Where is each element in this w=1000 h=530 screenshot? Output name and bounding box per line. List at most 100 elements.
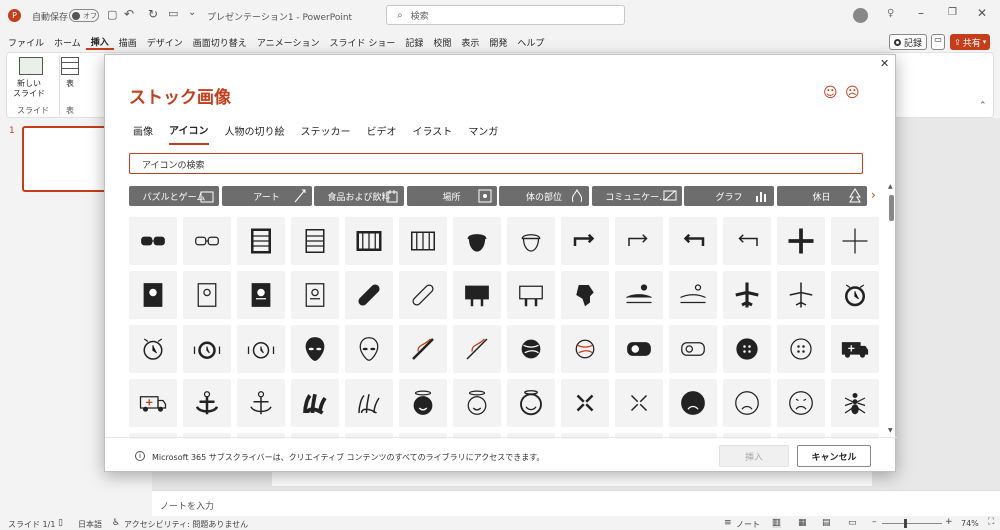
icon-tile[interactable] <box>183 379 231 427</box>
category-chip[interactable]: 食品および飲料 <box>314 186 404 206</box>
icon-tile[interactable] <box>561 379 609 427</box>
icon-tile[interactable] <box>777 271 825 319</box>
icon-tile[interactable] <box>507 217 555 265</box>
ribbon-tab[interactable]: アニメーション <box>252 36 325 49</box>
icon-tile[interactable] <box>237 433 285 439</box>
icon-tile[interactable] <box>129 217 177 265</box>
icon-tile[interactable] <box>831 433 879 439</box>
icon-tile[interactable] <box>669 379 717 427</box>
undo-icon[interactable]: ↶ <box>124 7 134 21</box>
category-chip[interactable]: パズルとゲーム <box>129 186 219 206</box>
new-slide-label2[interactable]: スライド <box>13 88 45 99</box>
redo-icon[interactable]: ↻ <box>148 7 158 21</box>
ribbon-tab[interactable]: ヘルプ <box>512 36 549 49</box>
icon-tile[interactable] <box>453 325 501 373</box>
icon-tile[interactable] <box>345 325 393 373</box>
zoom-out-icon[interactable]: – <box>872 517 877 527</box>
icon-tile[interactable] <box>183 433 231 439</box>
icon-tile[interactable] <box>345 433 393 439</box>
category-chip[interactable]: 場所 <box>406 186 497 206</box>
icon-tile[interactable] <box>831 217 879 265</box>
category-chip[interactable]: コミュニケー... <box>591 186 682 206</box>
icon-tile[interactable] <box>453 379 501 427</box>
ribbon-tab[interactable]: スライド ショー <box>324 36 400 49</box>
ribbon-tab[interactable]: 画面切り替え <box>188 36 252 49</box>
share-button[interactable]: ⇪ 共有 ▾ <box>950 34 991 50</box>
ribbon-tab[interactable]: ファイル <box>3 36 49 49</box>
category-chip[interactable]: 体の部位 <box>499 186 589 206</box>
slide-thumbnail[interactable] <box>22 126 112 192</box>
scrollbar[interactable]: ▲ ▼ <box>888 183 895 435</box>
icon-tile[interactable] <box>507 325 555 373</box>
autosave-toggle[interactable]: オフ <box>69 9 99 22</box>
icon-tile[interactable] <box>615 271 663 319</box>
icon-tile[interactable] <box>723 379 771 427</box>
notes-toggle-icon[interactable]: ≡ <box>724 518 732 528</box>
icon-tile[interactable] <box>831 271 879 319</box>
dialog-tab[interactable]: 画像 <box>133 123 153 144</box>
icon-tile[interactable] <box>129 379 177 427</box>
icon-tile[interactable] <box>453 433 501 439</box>
category-chip[interactable]: グラフ <box>684 186 774 206</box>
icon-tile[interactable] <box>453 271 501 319</box>
icon-tile[interactable] <box>345 271 393 319</box>
normal-view-icon[interactable]: ▥ <box>772 518 781 528</box>
frown-feedback-icon[interactable]: ☹ <box>845 85 860 101</box>
reading-view-icon[interactable]: ▤ <box>822 518 831 528</box>
icon-tile[interactable] <box>507 271 555 319</box>
close-window-icon[interactable]: ✕ <box>977 6 987 20</box>
icon-tile[interactable] <box>291 325 339 373</box>
scroll-up-icon[interactable]: ▲ <box>888 183 893 190</box>
icon-tile[interactable] <box>129 325 177 373</box>
icon-tile[interactable] <box>345 217 393 265</box>
icon-tile[interactable] <box>507 433 555 439</box>
zoom-slider-thumb[interactable] <box>904 519 907 528</box>
table-icon[interactable] <box>61 57 79 75</box>
icon-tile[interactable] <box>723 217 771 265</box>
lightbulb-icon[interactable]: ♀ <box>887 8 894 19</box>
icon-tile[interactable] <box>723 325 771 373</box>
icon-tile[interactable] <box>453 217 501 265</box>
present-icon[interactable]: ▭ <box>168 7 178 20</box>
search-box[interactable]: ⌕ 検索 <box>386 5 625 25</box>
ribbon-tab[interactable]: 描画 <box>114 36 142 49</box>
icon-tile[interactable] <box>399 379 447 427</box>
zoom-slider[interactable] <box>882 523 942 524</box>
icon-tile[interactable] <box>723 433 771 439</box>
icon-tile[interactable] <box>129 433 177 439</box>
icon-tile[interactable] <box>669 325 717 373</box>
restore-icon[interactable]: ❐ <box>948 7 957 18</box>
icon-tile[interactable] <box>615 433 663 439</box>
slideshow-icon[interactable]: ▭ <box>848 518 857 528</box>
icon-tile[interactable] <box>777 433 825 439</box>
smile-feedback-icon[interactable]: ☺ <box>823 85 838 101</box>
icon-tile[interactable] <box>237 379 285 427</box>
icon-tile[interactable] <box>561 217 609 265</box>
ribbon-tab[interactable]: 記録 <box>400 36 428 49</box>
category-chip[interactable]: 休日 <box>776 186 867 206</box>
close-icon[interactable]: ✕ <box>880 57 889 70</box>
icon-tile[interactable] <box>291 379 339 427</box>
icon-tile[interactable] <box>345 379 393 427</box>
icon-tile[interactable] <box>399 433 447 439</box>
icon-tile[interactable] <box>291 271 339 319</box>
icon-tile[interactable] <box>399 271 447 319</box>
icon-search-input[interactable]: アイコンの検索 <box>129 153 863 174</box>
icon-tile[interactable] <box>561 433 609 439</box>
icon-tile[interactable] <box>669 217 717 265</box>
icon-tile[interactable] <box>399 217 447 265</box>
icon-tile[interactable] <box>615 379 663 427</box>
chevron-right-icon[interactable]: › <box>871 188 876 202</box>
scroll-down-icon[interactable]: ▼ <box>888 427 893 434</box>
zoom-in-icon[interactable]: + <box>945 517 953 527</box>
slide-sorter-icon[interactable]: ▦ <box>798 518 807 528</box>
icon-tile[interactable] <box>129 271 177 319</box>
dialog-tab[interactable]: マンガ <box>468 123 498 144</box>
notes-pane[interactable]: ノートを入力 <box>152 490 1000 516</box>
customize-toolbar-icon[interactable]: ⌄ <box>188 7 196 18</box>
icon-tile[interactable] <box>777 379 825 427</box>
icon-tile[interactable] <box>291 433 339 439</box>
icon-tile[interactable] <box>723 271 771 319</box>
record-button[interactable]: 記録 <box>889 34 928 50</box>
dialog-tab[interactable]: ビデオ <box>367 123 397 144</box>
